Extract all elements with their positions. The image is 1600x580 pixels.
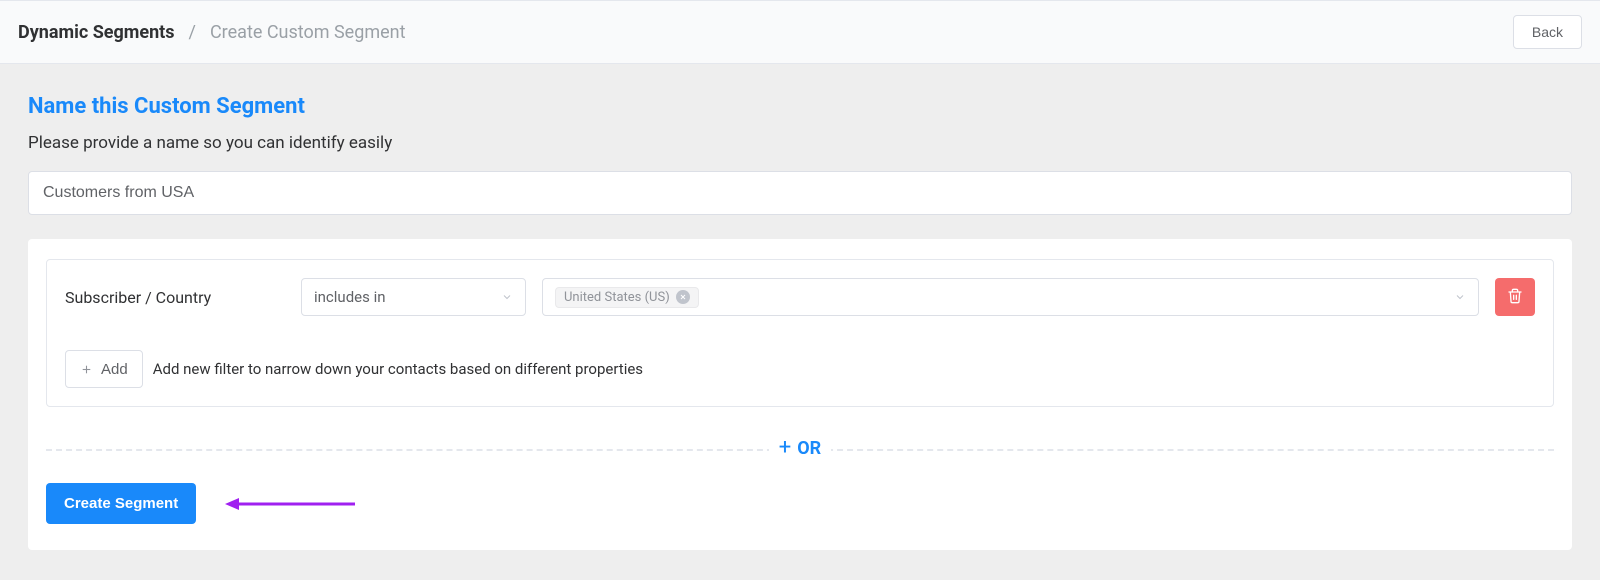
section-title: Name this Custom Segment [28,94,1572,119]
operator-select[interactable]: includes in [301,278,526,316]
annotation-arrow [225,494,355,514]
delete-filter-button[interactable] [1495,278,1535,316]
tag-remove-icon[interactable] [676,290,690,304]
tag-label: United States (US) [564,290,670,305]
add-filter-description: Add new filter to narrow down your conta… [153,360,643,378]
chevron-down-icon [1454,291,1466,303]
segment-name-input[interactable] [28,171,1572,215]
breadcrumb: Dynamic Segments / Create Custom Segment [18,22,406,43]
main-content: Name this Custom Segment Please provide … [0,64,1600,580]
breadcrumb-current: Create Custom Segment [210,22,406,43]
create-segment-button[interactable]: Create Segment [46,483,196,524]
add-button-label: Add [101,361,128,378]
filter-field-label: Subscriber / Country [65,288,285,307]
section-subtitle: Please provide a name so you can identif… [28,133,1572,153]
breadcrumb-separator: / [189,22,196,43]
value-multiselect[interactable]: United States (US) [542,278,1479,316]
chevron-down-icon [501,291,513,303]
plus-icon: + [779,437,791,459]
filter-group: Subscriber / Country includes in United … [46,259,1554,407]
filter-row: Subscriber / Country includes in United … [65,278,1535,316]
plus-icon [80,363,93,376]
selected-tag: United States (US) [555,287,699,308]
add-or-group-button[interactable]: + OR [769,437,831,459]
or-label: OR [797,438,821,459]
page-header: Dynamic Segments / Create Custom Segment… [0,0,1600,64]
add-filter-button[interactable]: Add [65,350,143,388]
breadcrumb-root[interactable]: Dynamic Segments [18,22,175,43]
or-divider: + OR [46,437,1554,461]
back-button[interactable]: Back [1513,15,1582,49]
trash-icon [1507,288,1523,307]
operator-value: includes in [314,288,386,306]
filter-card: Subscriber / Country includes in United … [28,239,1572,550]
add-filter-row: Add Add new filter to narrow down your c… [65,350,1535,388]
